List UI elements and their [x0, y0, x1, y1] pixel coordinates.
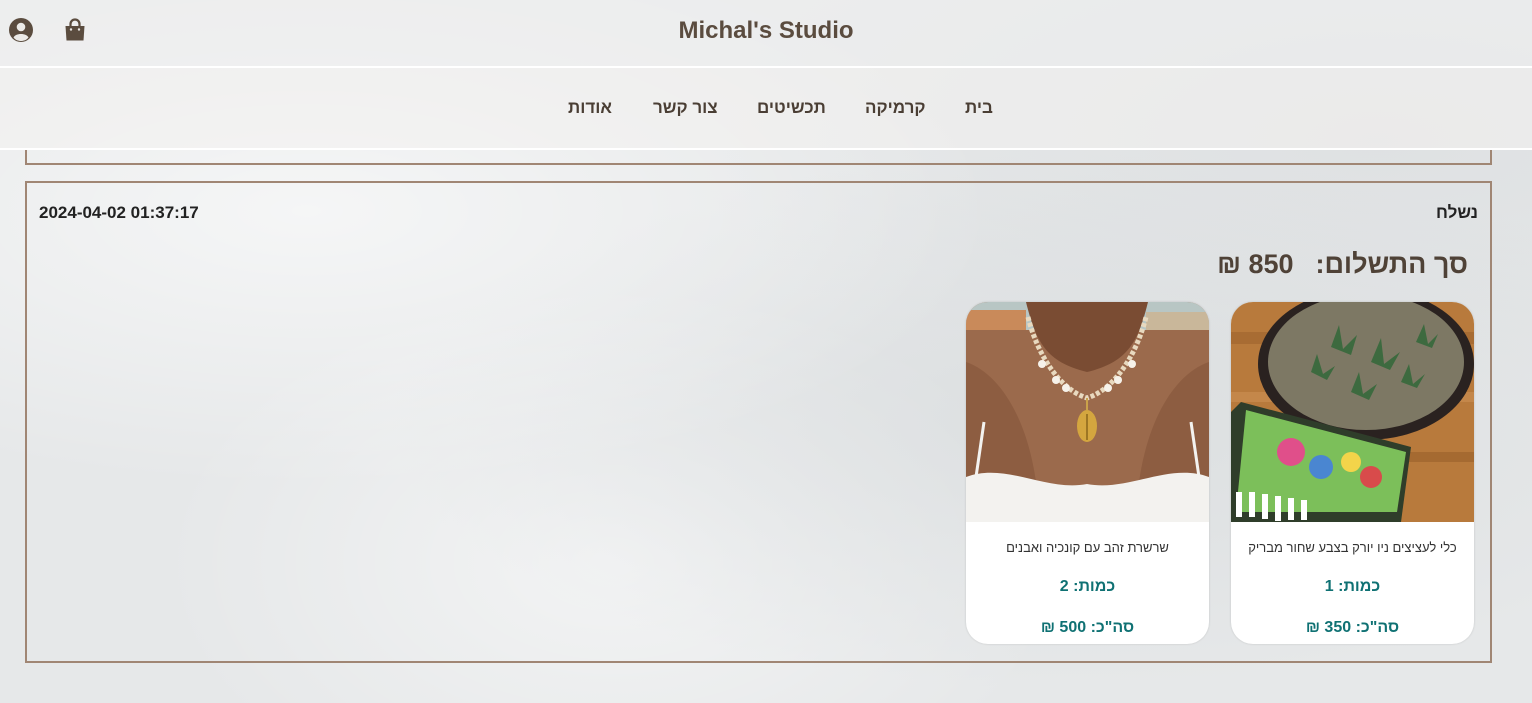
- item-quantity: כמות: 2: [1059, 578, 1116, 595]
- order-total-label: סך התשלום:: [1315, 249, 1469, 279]
- item-subtotal: סה"כ: 500 ₪: [1040, 619, 1135, 636]
- order-status: נשלח: [1436, 203, 1478, 222]
- nav-ceramics[interactable]: קרמיקה: [865, 98, 925, 118]
- site-title[interactable]: Michal's Studio: [0, 17, 1532, 45]
- ceramic-planter-photo: [1231, 302, 1474, 522]
- top-header: Michal's Studio: [0, 0, 1532, 66]
- previous-order-panel: [25, 150, 1492, 165]
- order-total: סך התשלום: 850 ₪: [1217, 249, 1468, 280]
- item-name: כלי לעציצים ניו יורק בצבע שחור מבריק: [1248, 540, 1457, 555]
- nav-home[interactable]: בית: [965, 98, 993, 118]
- order-total-value: 850 ₪: [1217, 249, 1294, 279]
- nav-jewelry[interactable]: תכשיטים: [757, 98, 826, 118]
- item-name: שרשרת זהב עם קונכיה ואבנים: [1006, 540, 1169, 555]
- nav-contact[interactable]: צור קשר: [653, 98, 718, 118]
- order-item-card[interactable]: שרשרת זהב עם קונכיה ואבנים כמות: 2 סה"כ:…: [966, 302, 1209, 644]
- order-item-card[interactable]: כלי לעציצים ניו יורק בצבע שחור מבריק כמו…: [1231, 302, 1474, 644]
- order-panel: נשלח 2024-04-02 01:37:17 סך התשלום: 850 ₪: [25, 181, 1492, 663]
- item-quantity: כמות: 1: [1324, 578, 1381, 595]
- order-datetime: 2024-04-02 01:37:17: [39, 203, 199, 222]
- item-subtotal: סה"כ: 350 ₪: [1305, 619, 1400, 636]
- nav-about[interactable]: אודות: [568, 98, 612, 118]
- shell-necklace-photo: [966, 302, 1209, 522]
